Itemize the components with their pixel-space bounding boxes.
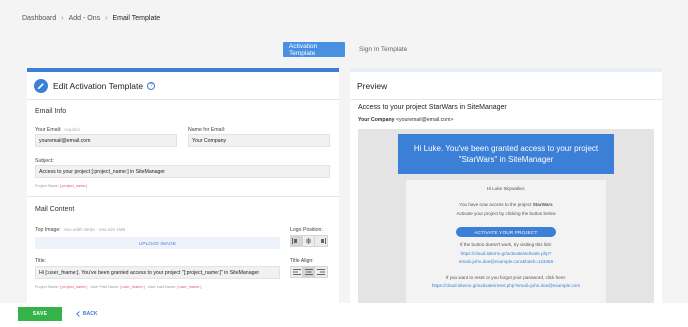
text-align-right-icon xyxy=(317,269,325,275)
title-align-right-button[interactable] xyxy=(315,267,327,277)
email-info-heading: Email Info xyxy=(35,108,67,115)
your-email-hint: required xyxy=(64,127,80,132)
tab-activation-template[interactable]: Activation Template xyxy=(283,42,345,57)
upload-image-button[interactable]: UPLOAD IMAGE xyxy=(35,237,280,249)
align-center-icon xyxy=(306,238,311,244)
activate-project-button[interactable]: ACTIVATE YOUR PROJECT xyxy=(456,227,556,237)
project-name-token[interactable]: [:project_name:] xyxy=(60,285,87,289)
back-label: BACK xyxy=(83,311,98,317)
breadcrumb-email-template: Email Template xyxy=(112,15,161,22)
preview-panel: Preview Access to your project StarWars … xyxy=(350,68,662,303)
title-placeholder-hints: Project Name: [:project_name:] User Firs… xyxy=(35,285,202,289)
logo-right-button[interactable] xyxy=(315,236,327,246)
top-image-hint: max width 450px - max size 1MB xyxy=(63,227,126,232)
title-input[interactable]: Hi [:user_fname:]. You've been granted a… xyxy=(35,266,280,279)
your-email-input[interactable]: youremail@email.com xyxy=(35,134,177,147)
top-image-label: Top Image: max width 450px - max size 1MB xyxy=(35,227,126,233)
save-button[interactable]: SAVE xyxy=(18,307,62,321)
email-activate-link-2[interactable]: email=john.doe@example.com&hash=123456 xyxy=(406,259,606,264)
user-first-name-token[interactable]: [:user_fname:] xyxy=(120,285,144,289)
title-label: Title: xyxy=(35,258,47,264)
subject-label: Subject: xyxy=(35,158,54,164)
back-button[interactable]: BACK xyxy=(76,307,97,321)
email-activate-link-1[interactable]: https://cloud.sitemn.gr/activate/activat… xyxy=(406,251,606,256)
mail-content-heading: Mail Content xyxy=(35,206,75,213)
preview-from-email: <youremail@email.com> xyxy=(395,117,454,123)
email-project-name: StarWars xyxy=(532,202,553,207)
email-greeting: Hi Luke Skywalker. xyxy=(486,186,526,191)
email-activate-instruction: Activate your project by clicking the bu… xyxy=(456,211,556,216)
breadcrumb-dashboard[interactable]: Dashboard xyxy=(22,15,56,22)
name-for-email-input[interactable]: Your Company xyxy=(188,134,330,147)
your-email-label: Your Email: required xyxy=(35,127,80,133)
project-name-token[interactable]: [:project_name:] xyxy=(60,184,87,188)
preview-title: Preview xyxy=(350,72,662,100)
email-access-line: You have now access to the project StarW… xyxy=(459,202,553,207)
title-align-center-button[interactable] xyxy=(303,267,315,277)
preview-from-name: Your Company xyxy=(358,117,395,123)
email-body-card: Hi Luke Skywalker. You have now access t… xyxy=(406,180,606,303)
title-align-label: Title Align: xyxy=(290,258,314,264)
edit-panel-title: Edit Activation Template xyxy=(53,80,144,91)
breadcrumb-separator: › xyxy=(61,15,64,22)
text-align-center-icon xyxy=(304,269,313,275)
email-reset-text: If you want to reset or you forgot your … xyxy=(445,275,567,280)
breadcrumb-add-ons[interactable]: Add - Ons xyxy=(69,15,101,22)
logo-center-button[interactable] xyxy=(303,236,315,246)
pencil-icon xyxy=(34,78,48,93)
logo-position-group xyxy=(290,235,328,247)
title-align-left-button[interactable] xyxy=(291,267,303,277)
tab-sign-in-template[interactable]: Sign In Template xyxy=(353,42,413,57)
email-preview-frame: Hi Luke. You've been granted access to y… xyxy=(358,129,654,303)
subject-placeholder-hint: Project Name: [:project_name:] xyxy=(35,184,88,188)
user-last-name-token[interactable]: [:user_lname:] xyxy=(177,285,201,289)
logo-left-button[interactable] xyxy=(291,236,303,246)
email-reset-link[interactable]: https://cloud.sitemn.gr/activate/reset.p… xyxy=(406,283,606,288)
breadcrumb-separator: › xyxy=(105,15,108,22)
email-fallback-text: If the button doesn't work, try visiting… xyxy=(459,242,553,247)
section-divider xyxy=(27,196,339,197)
edit-panel-header: Edit Activation Template ? xyxy=(27,72,339,100)
footer-bar: SAVE BACK xyxy=(0,303,688,327)
name-for-email-label: Name for Email: xyxy=(188,127,226,133)
preview-from: Your Company <youremail@email.com> xyxy=(358,117,453,123)
title-align-group xyxy=(290,266,328,278)
help-icon[interactable]: ? xyxy=(147,81,156,90)
breadcrumb: Dashboard › Add - Ons › Email Template xyxy=(22,15,160,22)
subject-input[interactable]: Access to your project [:project_name:] … xyxy=(35,165,330,178)
align-left-icon xyxy=(292,238,297,244)
logo-position-label: Logo Position: xyxy=(290,227,323,233)
template-tabs: Activation Template Sign In Template xyxy=(283,42,413,57)
chevron-left-icon xyxy=(76,311,80,317)
edit-template-panel: Edit Activation Template ? Email Info Yo… xyxy=(27,68,339,303)
email-banner: Hi Luke. You've been granted access to y… xyxy=(398,134,614,174)
align-right-icon xyxy=(320,238,326,244)
preview-subject: Access to your project StarWars in SiteM… xyxy=(358,104,507,111)
text-align-left-icon xyxy=(292,269,301,275)
